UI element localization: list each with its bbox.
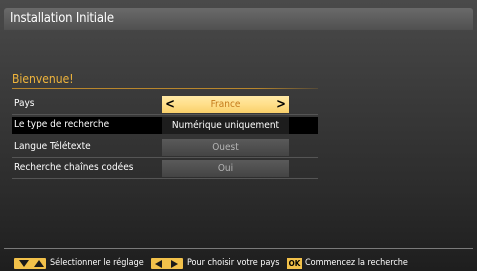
leftright-hint-text: Pour choisir votre pays [187,258,280,268]
country-selector[interactable]: < France > [162,96,289,113]
ok-hint-text: Commencez la recherche [305,258,408,268]
setting-value: Ouest [212,142,239,153]
chevron-left-icon[interactable]: < [164,96,176,113]
setting-value: Oui [217,163,234,174]
setting-label: Pays [14,98,35,109]
encrypted-channels-selector[interactable]: Oui [162,160,289,177]
setting-row-search-type[interactable]: Le type de recherche Numérique uniquemen… [12,117,318,134]
heading-underline [12,88,318,89]
chevron-right-icon[interactable]: > [275,96,287,113]
setting-label: Recherche chaînes codées [14,162,134,173]
row-divider [12,114,318,115]
updown-hint-text: Sélectionner le réglage [50,258,144,268]
section-heading: Bienvenue! [12,72,74,86]
setting-row-teletext-language[interactable]: Langue Télétexte Ouest [12,139,318,156]
footer-hints: Sélectionner le réglage Pour choisir vot… [0,255,477,271]
setting-row-encrypted-channels[interactable]: Recherche chaînes codées Oui [12,160,318,177]
ok-key-icon: OK [287,258,302,269]
setting-label: Le type de recherche [14,119,110,130]
row-divider [12,178,318,179]
setting-value: France [210,99,241,110]
up-down-key-icon [14,258,46,269]
search-type-selector[interactable]: Numérique uniquement [162,117,289,134]
left-right-key-icon [151,258,183,269]
footer-divider [4,248,473,249]
tv-menu-screen: Installation Initiale Bienvenue! Pays < … [0,0,477,271]
teletext-language-selector[interactable]: Ouest [162,139,289,156]
setting-value: Numérique uniquement [171,120,280,131]
row-divider [12,157,318,158]
setting-label: Langue Télétexte [14,141,91,152]
window-title: Installation Initiale [10,11,114,26]
title-bar: Installation Initiale [4,8,473,30]
setting-row-country[interactable]: Pays < France > [12,96,318,113]
